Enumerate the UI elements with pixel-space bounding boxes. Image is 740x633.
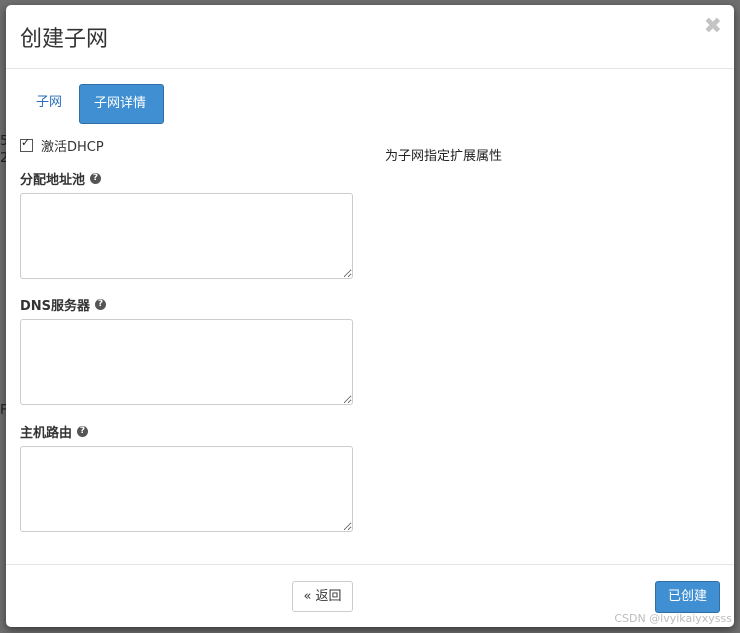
- enable-dhcp-checkbox[interactable]: 激活DHCP: [20, 136, 104, 155]
- help-icon[interactable]: ?: [77, 426, 89, 437]
- dialog-header: 创建子网 ✖: [6, 5, 734, 69]
- dns-servers-label: DNS服务器 ?: [20, 295, 107, 314]
- tab-subnet-details[interactable]: 子网详情: [79, 84, 164, 124]
- allocation-pools-textarea[interactable]: [20, 193, 353, 279]
- details-description: 为子网指定扩展属性: [385, 149, 503, 164]
- enable-dhcp-label: 激活DHCP: [41, 140, 104, 155]
- dns-servers-textarea[interactable]: [20, 319, 353, 405]
- watermark: CSDN @lvyikaiyxysss: [614, 612, 732, 625]
- dialog-title: 创建子网: [20, 27, 109, 52]
- host-routes-label: 主机路由 ?: [20, 422, 89, 441]
- allocation-pools-label-text: 分配地址池: [20, 173, 86, 188]
- create-subnet-dialog: 创建子网 ✖ 子网 子网详情 激活DHCP 分配地址池 ? DNS服务器 ? 主…: [6, 5, 734, 627]
- help-icon[interactable]: ?: [90, 173, 102, 184]
- help-icon[interactable]: ?: [95, 299, 107, 310]
- host-routes-textarea[interactable]: [20, 446, 353, 532]
- close-icon[interactable]: ✖: [704, 16, 722, 38]
- checkbox-checked-icon[interactable]: [20, 136, 33, 152]
- host-routes-label-text: 主机路由: [20, 426, 73, 441]
- back-button[interactable]: « 返回: [292, 581, 353, 612]
- dns-servers-label-text: DNS服务器: [20, 299, 91, 314]
- tab-subnet[interactable]: 子网: [22, 84, 76, 122]
- allocation-pools-label: 分配地址池 ?: [20, 169, 102, 188]
- create-button[interactable]: 已创建: [655, 581, 720, 613]
